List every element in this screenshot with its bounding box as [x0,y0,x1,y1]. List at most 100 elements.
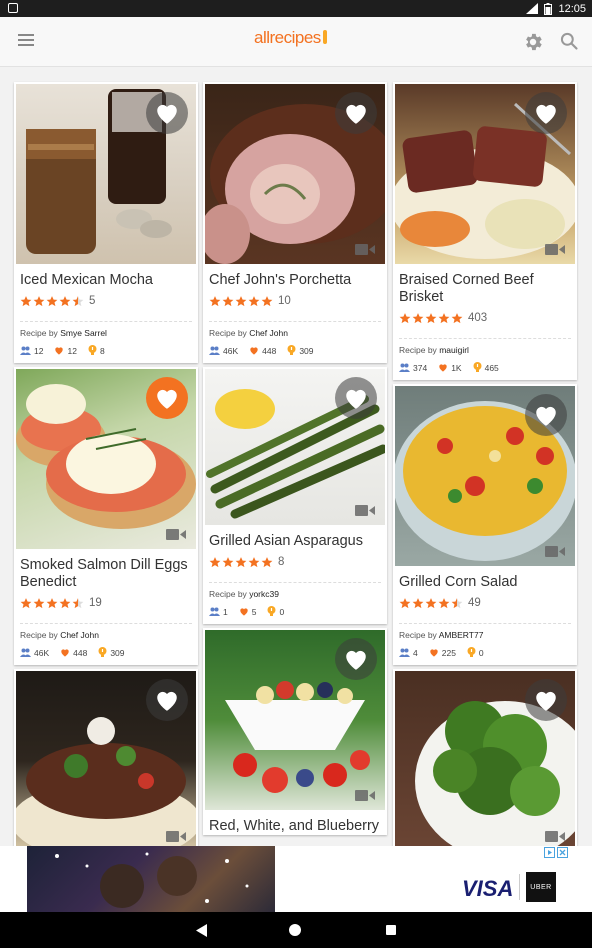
star-icon [33,295,45,306]
ad-divider [519,874,520,900]
favorite-button[interactable] [335,92,377,134]
favorite-button[interactable] [525,679,567,721]
recipe-card[interactable] [14,669,198,846]
tips-icon [88,345,97,357]
recipe-card[interactable] [393,669,577,846]
video-icon [355,505,375,516]
video-icon [545,831,565,842]
made-it-icon [20,346,31,357]
tips-count: 465 [484,363,499,373]
recipe-photo [16,84,196,264]
star-icon [59,597,71,608]
recipe-stats: 1 5 0 [203,599,387,624]
byline-prefix: Recipe by [399,630,437,640]
star-icon [209,295,221,306]
favorite-button[interactable] [335,638,377,680]
favorites-icon [60,648,70,659]
recipe-title: Red, White, and Blueberry [209,818,380,834]
favorite-button[interactable] [525,92,567,134]
recipe-stats: 46K 448 309 [203,338,387,363]
favorite-button[interactable] [146,92,188,134]
recipe-card[interactable]: Grilled Asian Asparagus 8 Recipe by york… [203,367,387,624]
tips-icon [467,647,476,659]
favorite-button[interactable] [146,377,188,419]
menu-icon[interactable] [18,34,34,48]
star-icon [412,312,424,323]
video-icon [166,831,186,842]
favorites-count: 448 [73,648,88,658]
recipe-card[interactable]: Grilled Corn Salad 49 Recipe by AMBERT77… [393,384,577,665]
heart-icon [346,104,366,124]
star-icon [451,312,463,323]
back-icon[interactable] [196,924,208,937]
recipe-stats: 12 12 8 [14,338,198,363]
ad-banner[interactable]: VISA UBER [0,846,592,912]
star-icon [235,295,247,306]
ad-image[interactable] [27,846,275,912]
recipe-author[interactable]: yorkc39 [249,589,279,599]
video-icon [166,529,186,540]
recipe-title: Smoked Salmon Dill Eggs Benedict [20,557,188,590]
recipe-author[interactable]: Smye Sarrel [60,328,107,338]
recipe-author[interactable]: Chef John [249,328,288,338]
star-icon [412,597,424,608]
ad-choices[interactable] [544,847,568,858]
favorites-icon [54,346,64,357]
recipe-card[interactable]: Iced Mexican Mocha 5 Recipe by Smye Sarr… [14,82,198,363]
favorite-button[interactable] [525,394,567,436]
recipe-photo [16,671,196,846]
app-bar: allrecipes [0,17,592,67]
star-icon [235,556,247,567]
byline-prefix: Recipe by [209,328,247,338]
gear-icon[interactable] [522,31,544,53]
recipe-byline: Recipe by Chef John [14,624,198,640]
recipe-rating: 10 [203,289,387,308]
recipe-card[interactable]: Smoked Salmon Dill Eggs Benedict 19 Reci… [14,367,198,665]
recipe-author[interactable]: AMBERT77 [439,630,484,640]
ad-close-icon[interactable] [557,847,568,858]
recipe-stats: 4 225 0 [393,640,577,665]
star-icon [261,295,273,306]
recipe-author[interactable]: Chef John [60,630,99,640]
rating-stars [20,597,84,609]
recipe-author[interactable]: mauigirl [439,345,469,355]
made-it-count: 46K [223,346,239,356]
tips-count: 309 [299,346,314,356]
star-icon [438,312,450,323]
tips-count: 8 [99,346,105,356]
feed-column-1: Iced Mexican Mocha 5 Recipe by Smye Sarr… [14,82,198,846]
recipe-card[interactable]: Chef John's Porchetta 10 Recipe by Chef … [203,82,387,363]
recipe-photo [395,84,575,264]
tips-icon [267,606,276,618]
recipe-byline: Recipe by mauigirl [393,339,577,355]
made-it-count: 374 [413,363,428,373]
battery-icon [544,2,553,15]
heart-icon [157,691,177,711]
heart-icon [536,691,556,711]
review-count: 8 [278,555,285,568]
recipe-feed[interactable]: Iced Mexican Mocha 5 Recipe by Smye Sarr… [0,66,592,846]
status-time: 12:05 [558,2,586,15]
recipe-card[interactable]: Red, White, and Blueberry [203,628,387,835]
favorite-button[interactable] [146,679,188,721]
rating-stars [209,556,273,568]
favorite-button[interactable] [335,377,377,419]
recipe-card[interactable]: Braised Corned Beef Brisket 403 Recipe b… [393,82,577,380]
recipe-byline: Recipe by Smye Sarrel [14,322,198,338]
recents-icon[interactable] [386,925,396,935]
recipe-stats: 46K 448 309 [14,640,198,665]
signal-icon [526,3,539,14]
recipe-title: Chef John's Porchetta [209,272,352,288]
ad-info-icon[interactable] [544,847,555,858]
favorites-count: 1K [451,363,462,373]
video-icon [545,244,565,255]
recipe-rating: 403 [393,306,577,325]
search-icon[interactable] [559,31,579,51]
recipe-byline: Recipe by Chef John [203,322,387,338]
star-icon [451,597,463,608]
made-it-count: 12 [34,346,44,356]
recipe-rating: 8 [203,550,387,569]
made-it-icon [209,346,220,357]
home-icon[interactable] [289,924,301,936]
video-icon [355,790,375,801]
